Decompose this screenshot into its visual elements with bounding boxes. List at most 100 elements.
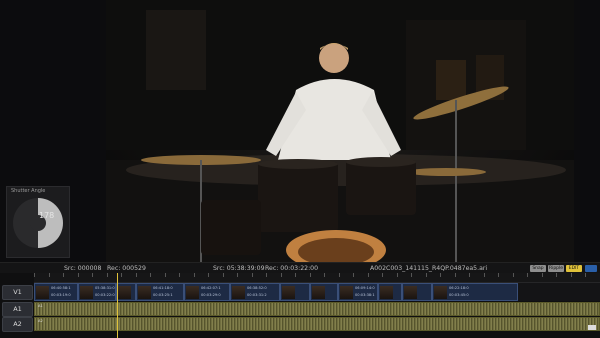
timeline-clip[interactable] bbox=[378, 283, 402, 301]
clip-thumbnail bbox=[80, 286, 93, 299]
track-v1-button[interactable]: V1 bbox=[2, 285, 33, 300]
shutter-angle-widget[interactable]: Shutter Angle 178 bbox=[6, 186, 70, 258]
timeline-clip[interactable]: 06:09:14:0 00:03:38:1 bbox=[338, 283, 378, 301]
clip-thumbnail bbox=[434, 286, 447, 299]
shutter-dial-icon bbox=[13, 198, 63, 248]
clip-thumbnail bbox=[118, 286, 131, 299]
timeline-clip[interactable]: 06:42:07:1 00:03:29:0 bbox=[184, 283, 230, 301]
timeline[interactable]: V1 A1 A2 06:40:58:1 00:03:19:0 05:38:31:0 0… bbox=[0, 273, 600, 338]
ruler-tick bbox=[483, 273, 485, 277]
ruler-tick bbox=[280, 273, 282, 277]
timeline-clip[interactable] bbox=[280, 283, 310, 301]
clip-thumbnail bbox=[312, 286, 325, 299]
clip-timecode-in: 06:09:14:0 bbox=[355, 286, 375, 290]
clip-thumbnail bbox=[186, 286, 199, 299]
ruler-tick bbox=[237, 273, 238, 277]
rec-timecode: Rec: 00:03:22:00 bbox=[265, 265, 319, 272]
ruler-tick bbox=[135, 273, 137, 277]
src-timecode: Src: 05:38:39:09 bbox=[213, 265, 265, 272]
audio-waveform bbox=[35, 318, 599, 330]
rec-frame-counter: Rec: 000529 bbox=[107, 265, 146, 272]
track-a1-button[interactable]: A1 bbox=[2, 302, 33, 317]
track-a2-button[interactable]: A2 bbox=[2, 317, 33, 332]
ruler-tick bbox=[106, 273, 108, 277]
audio-track-a2[interactable]: A2 bbox=[34, 317, 600, 331]
clip-thumbnail bbox=[282, 286, 295, 299]
ruler-tick bbox=[527, 273, 528, 277]
shutter-angle-value: 178 bbox=[39, 211, 55, 220]
clip-timecode-out: 00:03:19:0 bbox=[51, 293, 71, 297]
ruler-tick bbox=[77, 273, 79, 277]
ruler-tick bbox=[585, 273, 586, 277]
clip-thumbnail bbox=[404, 286, 417, 299]
ruler-tick bbox=[63, 273, 64, 277]
clip-thumbnail bbox=[138, 286, 151, 299]
ruler-tick bbox=[367, 273, 369, 277]
timeline-clip[interactable]: 06:38:52:0 00:03:31:2 bbox=[230, 283, 280, 301]
ruler-tick bbox=[34, 273, 35, 277]
ruler-tick bbox=[295, 273, 296, 277]
ruler-tick bbox=[570, 273, 572, 277]
ruler-tick bbox=[440, 273, 441, 277]
edit-mode-button[interactable]: EDIT bbox=[566, 265, 582, 272]
ruler-tick bbox=[382, 273, 383, 277]
timeline-clip[interactable]: 06:40:58:1 00:03:19:0 bbox=[34, 283, 78, 301]
ruler-tick bbox=[454, 273, 456, 277]
ruler-tick bbox=[338, 273, 340, 277]
ruler-tick bbox=[193, 273, 195, 277]
ruler-tick bbox=[92, 273, 93, 277]
timeline-clip[interactable] bbox=[310, 283, 338, 301]
clip-timecode-in: 05:38:31:0 bbox=[95, 286, 115, 290]
video-frame bbox=[106, 0, 574, 262]
timeline-scroll-handle[interactable] bbox=[588, 325, 596, 330]
timeline-clip[interactable]: 05:38:31:0 00:03:22:0 bbox=[78, 283, 116, 301]
ruler-tick bbox=[396, 273, 398, 277]
video-viewer[interactable]: Shutter Angle 178 bbox=[0, 0, 600, 262]
clip-thumbnail bbox=[232, 286, 245, 299]
clip-timecode-out: 00:03:29:0 bbox=[201, 293, 221, 297]
clip-timecode-in: 06:40:58:1 bbox=[51, 286, 71, 290]
src-frame-counter: Src: 000008 bbox=[64, 265, 102, 272]
ruler-tick bbox=[164, 273, 166, 277]
clip-timecode-in: 06:41:18:0 bbox=[153, 286, 173, 290]
ruler-tick bbox=[469, 273, 470, 277]
timeline-clip[interactable] bbox=[402, 283, 432, 301]
ruler-tick bbox=[556, 273, 557, 277]
clip-timecode-in: 06:22:18:0 bbox=[449, 286, 469, 290]
ruler-tick bbox=[411, 273, 412, 277]
clip-thumbnail bbox=[380, 286, 393, 299]
clip-timecode-out: 00:03:31:2 bbox=[247, 293, 267, 297]
clip-timecode-out: 00:03:25:1 bbox=[153, 293, 173, 297]
audio-channel-label: A2 bbox=[38, 319, 43, 323]
clip-timecode-out: 00:03:22:0 bbox=[95, 293, 115, 297]
clip-timecode-in: 06:42:07:1 bbox=[201, 286, 221, 290]
drummer-scene bbox=[106, 0, 574, 262]
audio-waveform bbox=[35, 303, 599, 315]
ruler-tick bbox=[324, 273, 325, 277]
ruler-tick bbox=[150, 273, 151, 277]
ruler-tick bbox=[121, 273, 122, 277]
clip-thumbnail bbox=[36, 286, 49, 299]
ruler-tick bbox=[353, 273, 354, 277]
timeline-ruler[interactable] bbox=[34, 273, 600, 283]
clip-timecode-out: 00:03:38:1 bbox=[355, 293, 375, 297]
ripple-button[interactable]: Ripple bbox=[548, 265, 564, 272]
clip-timecode-out: 00:03:45:0 bbox=[449, 293, 469, 297]
audio-channel-label: A1 bbox=[38, 304, 43, 308]
timeline-clip[interactable]: 06:41:18:0 00:03:25:1 bbox=[136, 283, 184, 301]
ruler-tick bbox=[512, 273, 514, 277]
audio-track-a1[interactable]: A1 bbox=[34, 302, 600, 316]
ruler-tick bbox=[179, 273, 180, 277]
extra-mode-button[interactable] bbox=[585, 265, 597, 272]
shutter-angle-title: Shutter Angle bbox=[11, 188, 46, 194]
ruler-tick bbox=[498, 273, 499, 277]
timeline-clip[interactable] bbox=[116, 283, 136, 301]
viewer-letterbox-right bbox=[574, 0, 600, 262]
timeline-clip[interactable]: 06:22:18:0 00:03:45:0 bbox=[432, 283, 518, 301]
snap-button[interactable]: Snap bbox=[530, 265, 546, 272]
clip-thumbnail bbox=[340, 286, 353, 299]
clip-timecode-in: 06:38:52:0 bbox=[247, 286, 267, 290]
video-track-v1[interactable]: 06:40:58:1 00:03:19:0 05:38:31:0 00:03:22:0… bbox=[34, 283, 600, 301]
ruler-tick bbox=[309, 273, 311, 277]
playhead[interactable] bbox=[117, 273, 118, 338]
